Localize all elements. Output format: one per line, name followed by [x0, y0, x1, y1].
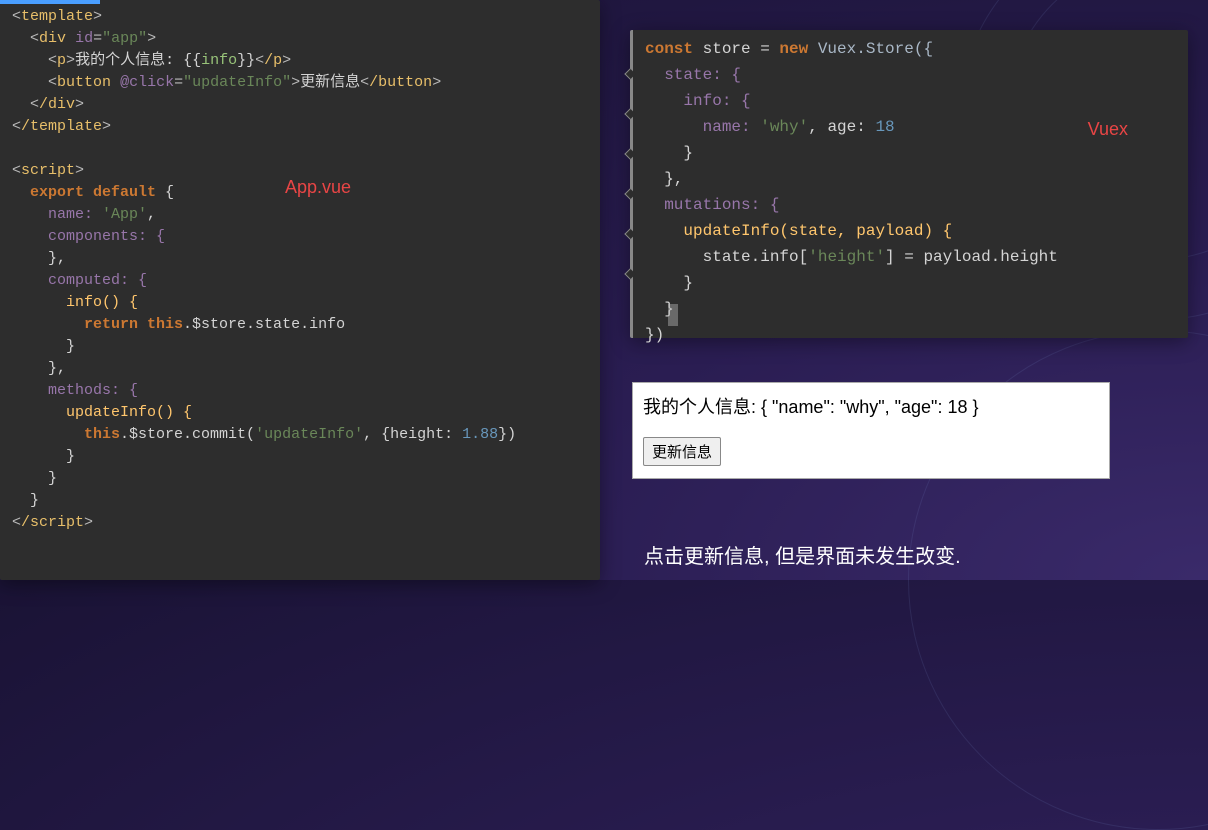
- active-tab-indicator: [0, 0, 100, 4]
- fold-marks: [630, 60, 640, 308]
- code-panel-vuex: Vuex const store = new Vuex.Store({ stat…: [630, 30, 1188, 338]
- editor-cursor: [668, 304, 678, 326]
- browser-output: 我的个人信息: { "name": "why", "age": 18 } 更新信…: [632, 382, 1110, 479]
- code-vuex-store[interactable]: const store = new Vuex.Store({ state: { …: [645, 36, 1176, 348]
- code-app-vue[interactable]: <template> <div id="app"> <p>我的个人信息: {{i…: [12, 6, 588, 534]
- caption-text: 点击更新信息, 但是界面未发生改变.: [644, 540, 961, 569]
- label-app-vue: App.vue: [285, 176, 351, 198]
- code-panel-app-vue: App.vue <template> <div id="app"> <p>我的个…: [0, 0, 600, 580]
- label-vuex: Vuex: [1088, 116, 1128, 142]
- update-info-button[interactable]: 更新信息: [643, 437, 721, 466]
- output-text: 我的个人信息: { "name": "why", "age": 18 }: [643, 393, 1099, 419]
